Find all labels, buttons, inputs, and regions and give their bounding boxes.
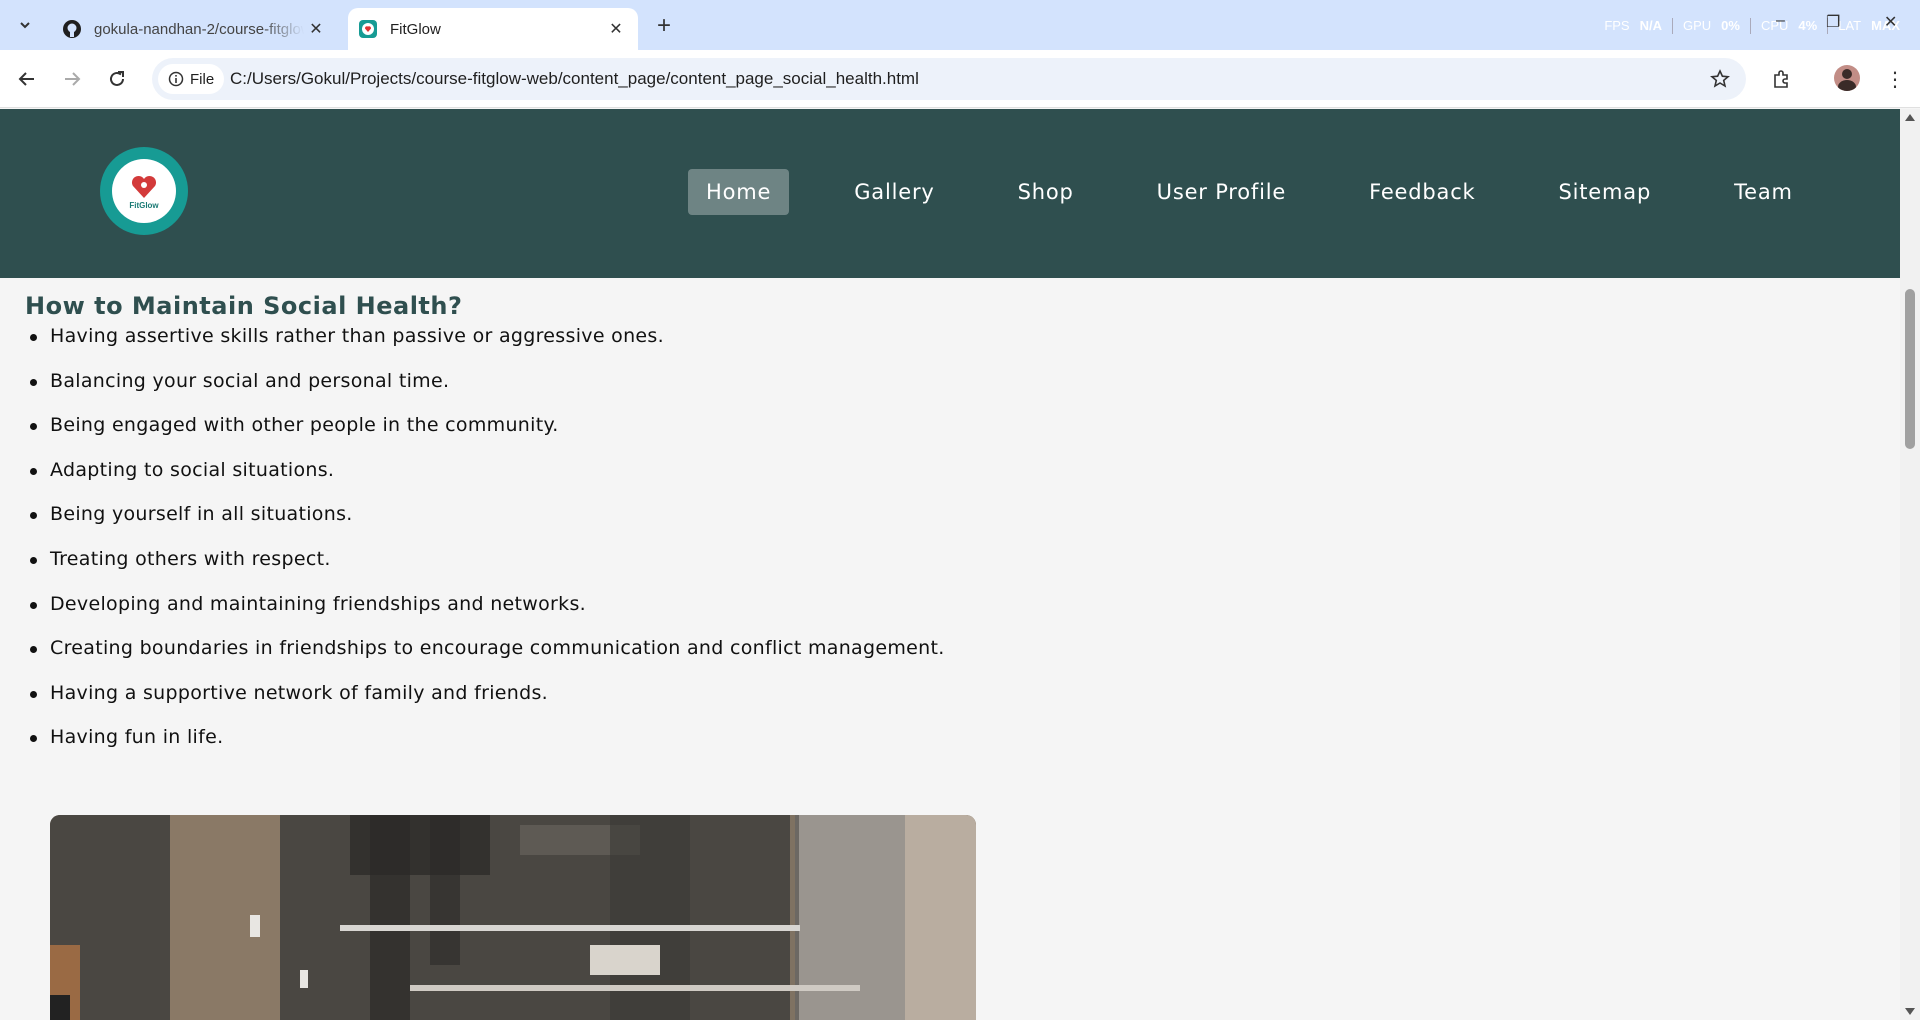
nav-gallery[interactable]: Gallery (836, 169, 952, 215)
nav-sitemap[interactable]: Sitemap (1541, 169, 1670, 215)
extensions-icon[interactable] (1766, 64, 1796, 94)
cpu-value: 4% (1798, 18, 1818, 33)
list-item: Creating boundaries in friendships to en… (25, 636, 1125, 681)
list-item: Being engaged with other people in the c… (25, 413, 1125, 458)
bookmark-star-icon[interactable] (1708, 67, 1732, 91)
section-heading: How to Maintain Social Health? (25, 292, 463, 320)
scroll-up-icon[interactable] (1905, 114, 1915, 121)
page-scrollbar[interactable] (1900, 109, 1920, 1020)
lat-label: LAT (1838, 18, 1862, 33)
fps-label: FPS (1604, 18, 1630, 33)
fitglow-logo[interactable]: FitGlow (100, 147, 188, 235)
gym-photo-illustration (50, 815, 976, 1020)
scrollbar-thumb[interactable] (1905, 289, 1915, 449)
forward-icon[interactable] (57, 64, 87, 94)
nav-team[interactable]: Team (1716, 169, 1811, 215)
main-content: How to Maintain Social Health? Having as… (25, 292, 1125, 770)
scroll-down-icon[interactable] (1905, 1008, 1915, 1015)
list-item: Having assertive skills rather than pass… (25, 324, 1125, 369)
list-item: Treating others with respect. (25, 547, 1125, 592)
tips-list: Having assertive skills rather than pass… (25, 324, 1125, 770)
perf-overlay: FPS N/A GPU 0% CPU 4% LAT MAX (1604, 18, 1900, 34)
reload-icon[interactable] (102, 64, 132, 94)
url-text[interactable]: C:/Users/Gokul/Projects/course-fitglow-w… (230, 69, 919, 89)
gpu-value: 0% (1721, 18, 1740, 33)
fitglow-favicon-icon (358, 19, 378, 39)
tab-title: gokula-nandhan-2/course-fitglow-web (94, 20, 304, 38)
chip-label: File (190, 70, 215, 88)
tab-search-button[interactable] (10, 10, 40, 40)
nav-feedback[interactable]: Feedback (1351, 169, 1493, 215)
info-icon (168, 71, 184, 87)
list-item: Balancing your social and personal time. (25, 369, 1125, 414)
minimize-icon[interactable]: – (1776, 12, 1785, 30)
tab-github[interactable]: gokula-nandhan-2/course-fitglow-web ✕ (48, 8, 338, 50)
close-window-icon[interactable]: ✕ (1884, 12, 1897, 32)
back-icon[interactable] (12, 64, 42, 94)
close-icon[interactable]: ✕ (604, 17, 628, 41)
chevron-down-icon (20, 22, 30, 29)
nav-user-profile[interactable]: User Profile (1139, 169, 1304, 215)
page-viewport: FitGlow Home Gallery Shop User Profile F… (0, 109, 1900, 1020)
tab-fitglow[interactable]: FitGlow ✕ (348, 8, 638, 50)
close-icon[interactable]: ✕ (304, 17, 328, 41)
nav-shop[interactable]: Shop (1000, 169, 1092, 215)
list-item: Developing and maintaining friendships a… (25, 592, 1125, 637)
list-item: Being yourself in all situations. (25, 502, 1125, 547)
list-item: Having fun in life. (25, 725, 1125, 770)
list-item: Adapting to social situations. (25, 458, 1125, 503)
gym-interior-image (50, 815, 976, 1020)
main-nav: Home Gallery Shop User Profile Feedback … (688, 169, 1811, 215)
browser-toolbar: File C:/Users/Gokul/Projects/course-fitg… (0, 50, 1920, 108)
gpu-label: GPU (1683, 18, 1712, 33)
site-info-chip[interactable]: File (158, 64, 225, 94)
fps-value: N/A (1639, 18, 1662, 33)
restore-icon[interactable]: ❐ (1826, 12, 1840, 32)
profile-avatar[interactable] (1834, 65, 1860, 91)
list-item: Having a supportive network of family an… (25, 681, 1125, 726)
new-tab-icon[interactable]: + (650, 12, 678, 40)
site-header: FitGlow Home Gallery Shop User Profile F… (0, 109, 1900, 278)
heart-pin-icon (131, 175, 157, 198)
nav-home[interactable]: Home (688, 169, 790, 215)
logo-text: FitGlow (129, 200, 159, 210)
tab-title: FitGlow (390, 20, 441, 38)
menu-kebab-icon[interactable]: ⋮ (1880, 64, 1910, 94)
github-icon (62, 19, 82, 39)
address-bar[interactable]: File C:/Users/Gokul/Projects/course-fitg… (152, 58, 1746, 100)
tab-strip: gokula-nandhan-2/course-fitglow-web ✕ Fi… (0, 0, 1920, 50)
logo-badge: FitGlow (112, 159, 176, 223)
